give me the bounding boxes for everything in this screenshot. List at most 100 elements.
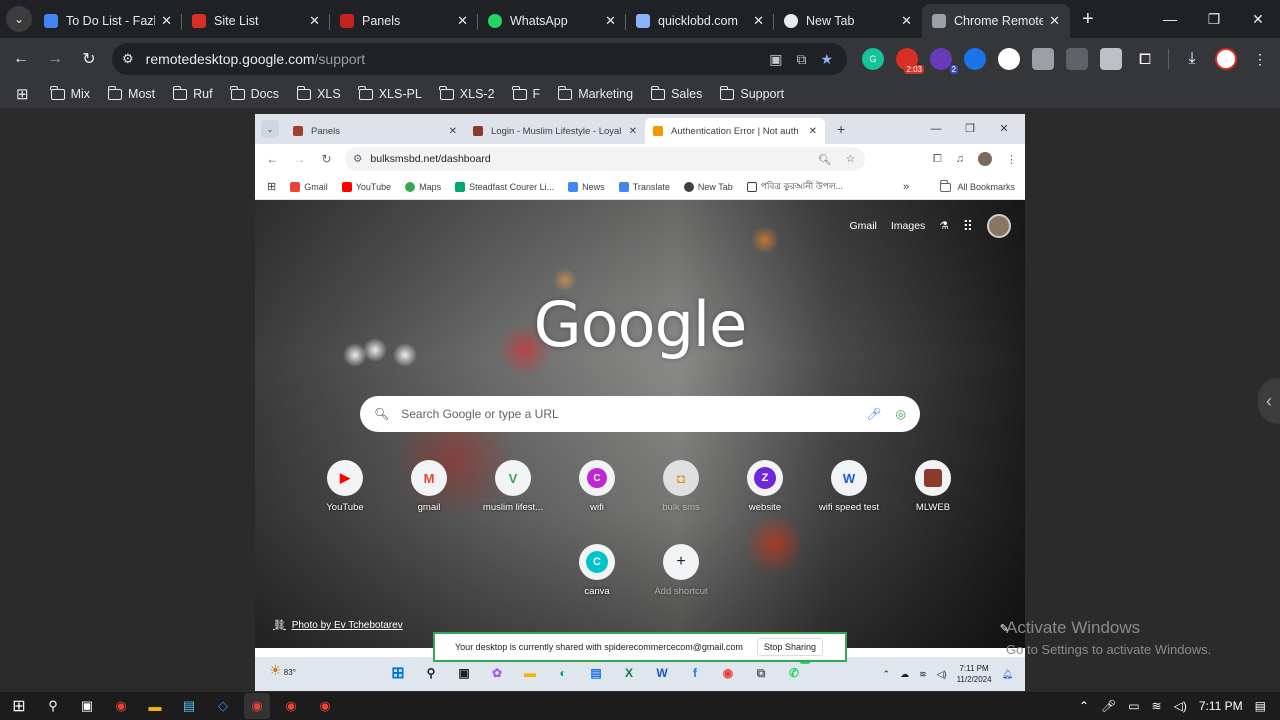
apps-grid-icon[interactable]: ⊞	[267, 180, 276, 193]
chrome-icon[interactable]: ◉	[278, 693, 304, 719]
bookmark-new-tab[interactable]: New Tab	[683, 181, 733, 192]
windows-start-icon[interactable]: ⊞	[6, 693, 32, 719]
extension-icon[interactable]	[998, 48, 1020, 70]
apps-grid-icon[interactable]: ⊞	[16, 85, 29, 103]
shortcut-wifi[interactable]: C wifi	[555, 460, 639, 513]
notification-bell-icon[interactable]: 🔔︎	[1002, 669, 1013, 680]
site-info-icon[interactable]: ⚙	[353, 153, 362, 165]
customize-pencil-icon[interactable]: ✎	[1000, 622, 1009, 635]
tab-search-button[interactable]: ⌄	[6, 6, 32, 32]
install-icon[interactable]: ⧉	[796, 51, 806, 68]
grammarly-icon[interactable]: G	[862, 48, 884, 70]
onedrive-icon[interactable]: ☁	[900, 669, 909, 680]
volume-icon[interactable]: ◁)	[1174, 699, 1187, 713]
more-menu-icon[interactable]: ⋮	[1006, 153, 1017, 166]
close-icon[interactable]: ✕	[629, 126, 637, 137]
chevron-up-icon[interactable]: ⌃	[883, 669, 891, 680]
puzzle-icon[interactable]: ⧠	[1134, 48, 1156, 70]
bookmark-quran[interactable]: পবিত্র কুরআনী উপল...	[746, 179, 843, 194]
chrome-icon[interactable]: ◉	[244, 693, 270, 719]
copilot-icon[interactable]: ✿	[486, 660, 508, 686]
bookmark-star-icon[interactable]: ★	[820, 51, 833, 68]
back-button[interactable]: ←	[4, 50, 38, 68]
stop-sharing-button[interactable]: Stop Sharing	[756, 638, 823, 656]
tab-whatsapp[interactable]: WhatsApp ✕	[478, 4, 626, 38]
bookmark-folder[interactable]: Marketing	[557, 85, 633, 101]
notification-icon[interactable]: ▤	[1255, 699, 1266, 713]
edge-icon[interactable]: ◐	[552, 660, 574, 686]
images-link[interactable]: Images	[891, 220, 925, 232]
shortcut-website[interactable]: Z website	[723, 460, 807, 513]
tab-todo[interactable]: To Do List - Fazle ✕	[34, 4, 182, 38]
bookmark-folder[interactable]: Most	[107, 85, 155, 101]
clipboard-icon[interactable]: ▣	[769, 51, 782, 68]
shortcut-youtube[interactable]: ▶ YouTube	[303, 460, 387, 513]
tab-site-list[interactable]: Site List ✕	[182, 4, 330, 38]
task-view-icon[interactable]: ▣	[453, 660, 475, 686]
download-icon[interactable]: ⤓	[1181, 48, 1203, 70]
lens-icon[interactable]: ◎	[896, 407, 906, 421]
add-shortcut[interactable]: + Add shortcut	[639, 544, 723, 597]
site-info-icon[interactable]: ⚙	[122, 51, 134, 67]
chrome-icon[interactable]: ◉	[312, 693, 338, 719]
windows-start-icon[interactable]: ⊞	[387, 660, 409, 686]
bookmark-folder[interactable]: Mix	[50, 85, 90, 101]
mic-icon[interactable]: 🎤︎	[866, 407, 881, 421]
close-icon[interactable]: ✕	[449, 126, 457, 137]
close-icon[interactable]: ✕	[1049, 13, 1060, 29]
weather-widget[interactable]: ☀ 83°	[269, 662, 296, 679]
close-icon[interactable]: ✕	[809, 126, 817, 137]
new-tab-button[interactable]: +	[1082, 8, 1094, 31]
bookmark-folder[interactable]: Ruf	[172, 85, 213, 101]
wifi-icon[interactable]: ≋	[1152, 699, 1162, 713]
remote-desktop-icon[interactable]: ⧉	[750, 660, 772, 686]
bookmark-folder[interactable]: XLS	[296, 85, 341, 101]
bookmark-folder[interactable]: F	[512, 85, 540, 101]
forward-button[interactable]: →	[286, 152, 313, 166]
remote-tab-login[interactable]: Login - Muslim Lifestyle - Loyal ✕	[465, 118, 645, 144]
restore-button[interactable]: ❐	[953, 114, 987, 144]
close-icon[interactable]: ✕	[901, 13, 912, 29]
tab-new-tab[interactable]: New Tab ✕	[774, 4, 922, 38]
shortcut-canva[interactable]: C canva	[555, 544, 639, 597]
remote-tab-auth-error[interactable]: Authentication Error | Not auth ✕	[645, 118, 825, 144]
profile-avatar[interactable]	[978, 152, 992, 166]
extension-icon[interactable]: 2	[930, 48, 958, 74]
close-icon[interactable]: ✕	[309, 13, 320, 29]
close-icon[interactable]: ✕	[161, 13, 172, 29]
minimize-button[interactable]: —	[1148, 0, 1192, 38]
reload-button[interactable]: ↻	[72, 49, 106, 69]
remote-tab-panels[interactable]: Panels ✕	[285, 118, 465, 144]
bookmark-gmail[interactable]: Gmail	[290, 181, 328, 192]
address-bar[interactable]: ⚙ remotedesktop.google.com/support ▣ ⧉ ★	[112, 43, 847, 75]
close-icon[interactable]: ✕	[457, 13, 468, 29]
all-bookmarks-button[interactable]: All Bookmarks	[939, 174, 1015, 200]
wifi-icon[interactable]: ≋	[919, 669, 927, 680]
reload-button[interactable]: ↻	[313, 152, 340, 166]
shortcut-muslim-lifestyle[interactable]: V muslim lifest...	[471, 460, 555, 513]
remote-clock[interactable]: 7:11 PM 11/2/2024	[957, 663, 992, 685]
zoom-icon[interactable]: 🔍︎	[818, 153, 831, 166]
bookmark-folder[interactable]: XLS-PL	[358, 85, 422, 101]
shortcut-mlweb[interactable]: MLWEB	[891, 460, 975, 513]
close-window-button[interactable]: ✕	[987, 114, 1021, 144]
excel-icon[interactable]: X	[618, 660, 640, 686]
minimize-button[interactable]: —	[919, 114, 953, 144]
bookmark-translate[interactable]: Translate	[618, 181, 670, 192]
bookmark-steadfast[interactable]: Steadfast Courer Li...	[455, 181, 554, 192]
battery-icon[interactable]: ▭	[1128, 699, 1139, 713]
bookmark-maps[interactable]: Maps	[405, 181, 441, 192]
bookmark-star-icon[interactable]: ☆	[846, 153, 855, 165]
app-icon[interactable]: ▤	[176, 693, 202, 719]
extension-icon[interactable]	[1100, 48, 1122, 70]
facebook-icon[interactable]: f	[684, 660, 706, 686]
side-panel-handle[interactable]: ‹	[1258, 378, 1280, 424]
shortcut-wifi-speed-test[interactable]: W wifi speed test	[807, 460, 891, 513]
task-view-icon[interactable]: ▣	[74, 693, 100, 719]
shortcut-bulk-sms[interactable]: ◘ bulk sms	[639, 460, 723, 513]
timer-extension-icon[interactable]: 2:03	[896, 48, 924, 74]
remote-screen[interactable]: ⌄ Panels ✕ Login - Muslim Lifestyle - Lo…	[255, 114, 1025, 691]
file-explorer-icon[interactable]: ▬	[519, 660, 541, 686]
profile-avatar[interactable]	[1215, 48, 1237, 70]
ntp-search-box[interactable]: 🔍︎ Search Google or type a URL 🎤︎ ◎	[360, 396, 920, 432]
